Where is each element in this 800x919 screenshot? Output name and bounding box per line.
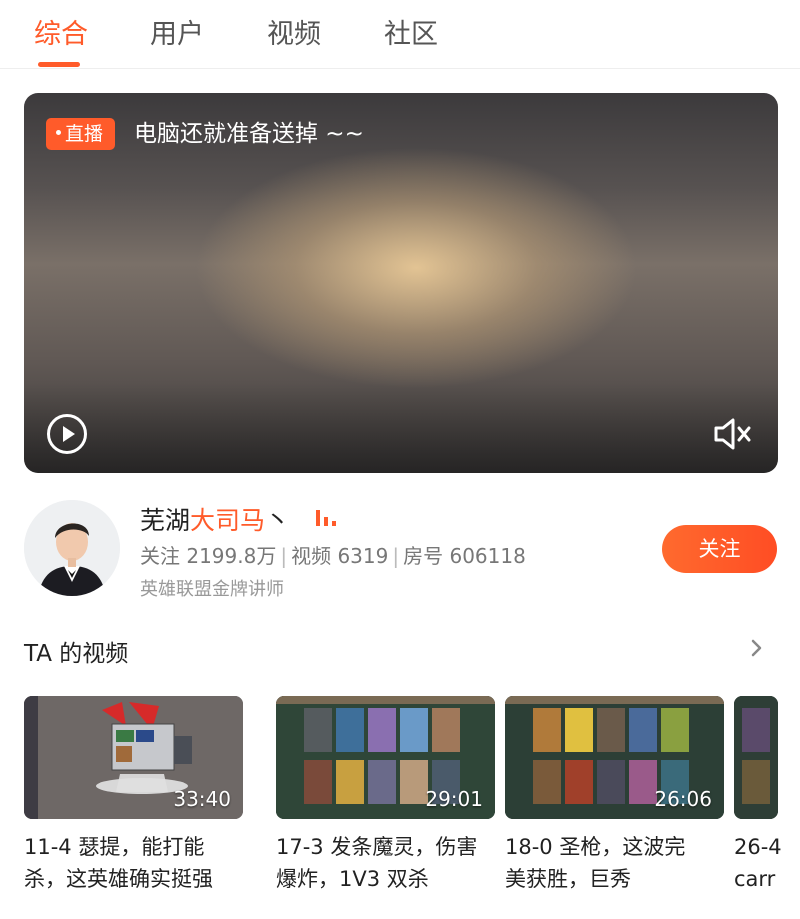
video-card[interactable]: 26-4 carr [734, 696, 800, 895]
chevron-right-icon[interactable] [748, 637, 764, 659]
name-prefix: 芜湖 [140, 506, 191, 535]
video-card[interactable]: 29:01 17-3 发条魔灵，伤害 爆炸，1V3 双杀 [276, 696, 498, 895]
tab-users[interactable]: 用户 [150, 12, 204, 51]
tab-comprehensive[interactable]: 综合 [34, 12, 88, 51]
stat-separator: | [280, 544, 288, 568]
video-duration: 26:06 [654, 787, 712, 811]
live-badge: 直播 [46, 118, 116, 150]
video-card[interactable]: 33:40 11-4 瑟提，能打能 杀，这英雄确实挺强 [24, 696, 246, 895]
follow-button[interactable]: 关注 [662, 525, 777, 573]
tab-community[interactable]: 社区 [384, 12, 438, 51]
room-number: 房号 606118 [403, 544, 526, 568]
video-thumbnail[interactable]: 26:06 [505, 696, 724, 819]
live-dot-icon [56, 130, 61, 135]
live-title: 电脑还就准备送掉 ~~ [134, 121, 364, 147]
name-suffix: 丶 [265, 506, 291, 535]
video-title[interactable]: 26-4 carr [734, 831, 800, 895]
speaker-muted-icon[interactable] [712, 413, 756, 455]
video-thumbnail[interactable]: 29:01 [276, 696, 495, 819]
video-thumbnail[interactable]: 33:40 [24, 696, 243, 819]
video-card[interactable]: 26:06 18-0 圣枪，这波完 美获胜，巨秀 [505, 696, 727, 895]
tab-videos[interactable]: 视频 [267, 12, 321, 51]
live-badge-label: 直播 [65, 123, 104, 145]
videos-section-title: TA 的视频 [24, 641, 129, 667]
video-duration: 33:40 [173, 787, 231, 811]
streamer-tagline: 英雄联盟金牌讲师 [140, 579, 284, 600]
avatar-image [24, 500, 120, 596]
player-shade [24, 383, 778, 473]
followers-count: 关注 2199.8万 [140, 544, 277, 568]
video-count: 视频 6319 [291, 544, 389, 568]
streamer-name[interactable]: 芜湖大司马丶 [140, 501, 290, 537]
play-circle-icon[interactable] [46, 413, 88, 455]
live-stream-player[interactable]: 直播 电脑还就准备送掉 ~~ [24, 93, 778, 473]
video-title[interactable]: 11-4 瑟提，能打能 杀，这英雄确实挺强 [24, 831, 246, 895]
video-title[interactable]: 17-3 发条魔灵，伤害 爆炸，1V3 双杀 [276, 831, 498, 895]
video-title[interactable]: 18-0 圣枪，这波完 美获胜，巨秀 [505, 831, 727, 895]
search-tabs: 综合 用户 视频 社区 [0, 0, 800, 69]
streamer-stats: 关注 2199.8万 | 视频 6319 | 房号 606118 [140, 540, 526, 569]
live-bars-icon [316, 510, 336, 526]
thumbnail-image [734, 696, 778, 819]
avatar[interactable] [24, 500, 120, 596]
stat-separator: | [392, 544, 400, 568]
video-thumbnail[interactable] [734, 696, 778, 819]
name-highlight: 大司马 [190, 506, 266, 535]
active-tab-indicator [38, 62, 80, 67]
video-duration: 29:01 [425, 787, 483, 811]
